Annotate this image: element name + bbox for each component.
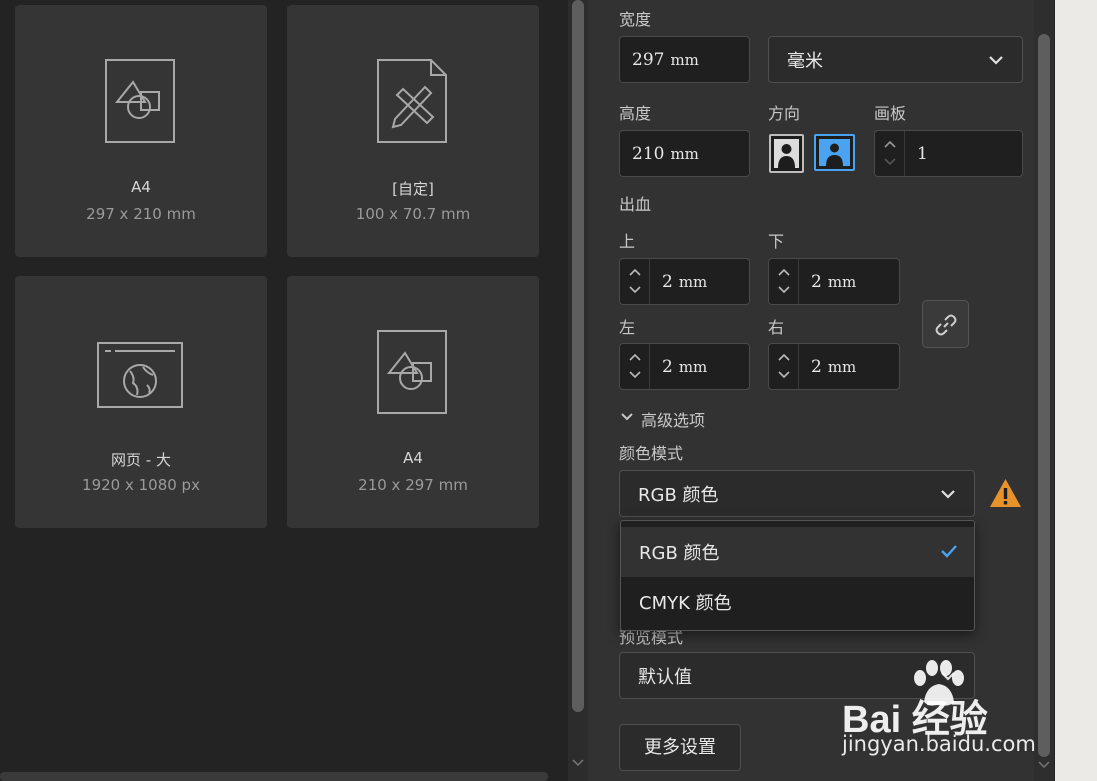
height-field[interactable]: 210 mm [619, 130, 750, 177]
stepper-up-icon[interactable] [629, 353, 641, 361]
bleed-label: 出血 [619, 195, 652, 214]
color-mode-value: RGB 颜色 [638, 484, 719, 506]
watermark-url: jingyan.baidu.com [842, 732, 1036, 756]
document-pencil-ruler-icon [377, 59, 447, 143]
preset-size: 1920 x 1080 px [82, 476, 200, 494]
width-unit: mm [670, 50, 699, 69]
dropdown-option-cmyk[interactable]: CMYK 颜色 [621, 577, 974, 627]
document-shapes-icon [377, 330, 447, 414]
preset-panel: A4 297 x 210 mm [自定] 100 x 70.7 mm 网页 - … [0, 0, 560, 781]
width-value: 297 [632, 49, 665, 70]
artboard-stepper[interactable] [875, 131, 905, 176]
stepper-down-icon[interactable] [629, 286, 641, 294]
dropdown-option-rgb[interactable]: RGB 颜色 [621, 527, 974, 577]
artboard-count-value: 1 [917, 143, 928, 164]
stepper-down-icon[interactable] [778, 286, 790, 294]
bleed-left-value: 2 [662, 356, 673, 377]
scroll-down-arrow-icon[interactable] [572, 758, 584, 768]
stepper-down-icon[interactable] [778, 371, 790, 379]
document-shapes-icon [105, 59, 175, 143]
preset-name: A4 [403, 449, 423, 467]
option-label: CMYK 颜色 [639, 593, 732, 614]
horizontal-scrollbar[interactable] [0, 772, 548, 781]
more-settings-button[interactable]: 更多设置 [619, 724, 741, 771]
bleed-unit: mm [678, 357, 708, 376]
stepper-down-icon[interactable] [629, 371, 641, 379]
width-field[interactable]: 297 mm [619, 36, 750, 83]
chevron-down-icon [989, 55, 1003, 65]
unit-select[interactable]: 毫米 [768, 36, 1023, 83]
link-icon [935, 314, 957, 336]
bleed-bottom-label: 下 [768, 232, 785, 251]
width-label: 宽度 [619, 10, 652, 29]
color-mode-label: 颜色模式 [619, 444, 684, 463]
window-edge [1055, 0, 1097, 781]
preset-card[interactable]: 网页 - 大 1920 x 1080 px [15, 276, 267, 528]
warning-icon[interactable] [989, 478, 1022, 508]
preset-size: 210 x 297 mm [358, 476, 468, 494]
color-mode-select[interactable]: RGB 颜色 [619, 470, 975, 517]
preset-card[interactable]: A4 297 x 210 mm [15, 5, 267, 257]
checkmark-icon [941, 545, 957, 558]
bleed-left-field[interactable]: 2 mm [619, 343, 750, 390]
bleed-right-stepper[interactable] [769, 344, 799, 389]
stepper-up-icon[interactable] [778, 268, 790, 276]
bleed-top-label: 上 [619, 232, 636, 251]
scrollbar-thumb[interactable] [1038, 34, 1050, 757]
preset-scrollbar[interactable] [568, 0, 588, 781]
color-mode-dropdown: RGB 颜色 CMYK 颜色 [620, 520, 975, 631]
bleed-top-field[interactable]: 2 mm [619, 258, 750, 305]
preset-name: [自定] [392, 180, 434, 198]
person-landscape-icon [819, 139, 850, 166]
bleed-bottom-stepper[interactable] [769, 259, 799, 304]
preset-card[interactable]: A4 210 x 297 mm [287, 276, 539, 528]
height-label: 高度 [619, 104, 652, 123]
bleed-bottom-value: 2 [811, 271, 822, 292]
landscape-orientation-button[interactable] [814, 134, 855, 171]
preview-mode-value: 默认值 [638, 666, 692, 688]
preset-size: 297 x 210 mm [86, 205, 196, 223]
orientation-label: 方向 [768, 104, 801, 123]
bleed-bottom-field[interactable]: 2 mm [768, 258, 900, 305]
advanced-options-toggle[interactable]: 高级选项 [641, 407, 705, 431]
bleed-right-field[interactable]: 2 mm [768, 343, 900, 390]
option-label: RGB 颜色 [639, 543, 720, 564]
height-value: 210 [632, 143, 665, 164]
chevron-down-icon [941, 489, 955, 499]
bleed-left-stepper[interactable] [620, 344, 650, 389]
watermark: Bai 经验 jingyan.baidu.com [842, 660, 1052, 770]
bleed-unit: mm [827, 272, 857, 291]
bleed-unit: mm [827, 357, 857, 376]
web-globe-icon [97, 342, 183, 408]
height-unit: mm [670, 144, 699, 163]
bleed-right-value: 2 [811, 356, 822, 377]
stepper-up-icon[interactable] [884, 140, 896, 148]
person-portrait-icon [774, 139, 799, 168]
bleed-right-label: 右 [768, 318, 785, 337]
artboard-count-field[interactable]: 1 [874, 130, 1023, 177]
chevron-down-icon[interactable] [620, 412, 634, 422]
unit-select-value: 毫米 [787, 50, 823, 72]
stepper-down-icon[interactable] [884, 158, 896, 166]
bleed-unit: mm [678, 272, 708, 291]
preset-size: 100 x 70.7 mm [355, 205, 471, 223]
stepper-up-icon[interactable] [629, 268, 641, 276]
preset-name: A4 [131, 178, 151, 196]
portrait-orientation-button[interactable] [769, 134, 804, 173]
bleed-top-value: 2 [662, 271, 673, 292]
preset-name: 网页 - 大 [111, 451, 171, 469]
preset-card[interactable]: [自定] 100 x 70.7 mm [287, 5, 539, 257]
stepper-up-icon[interactable] [778, 353, 790, 361]
bleed-left-label: 左 [619, 318, 636, 337]
scrollbar-thumb[interactable] [572, 0, 584, 712]
link-bleed-button[interactable] [922, 300, 969, 348]
bleed-top-stepper[interactable] [620, 259, 650, 304]
artboard-label: 画板 [874, 104, 907, 123]
